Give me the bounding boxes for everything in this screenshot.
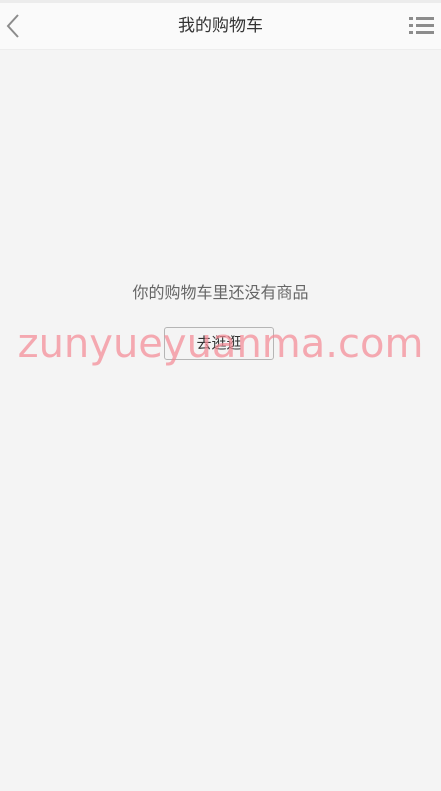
menu-button[interactable] [409, 15, 435, 37]
empty-cart-message: 你的购物车里还没有商品 [132, 283, 309, 302]
go-shopping-button[interactable]: 去逛逛 [164, 327, 274, 360]
nav-header: 我的购物车 [0, 3, 441, 50]
list-menu-icon [409, 17, 434, 34]
page-title: 我的购物车 [178, 16, 263, 36]
cart-page: 我的购物车 你的购物车里还没有商品 去逛逛 zunyueyuanma.com [0, 0, 441, 791]
